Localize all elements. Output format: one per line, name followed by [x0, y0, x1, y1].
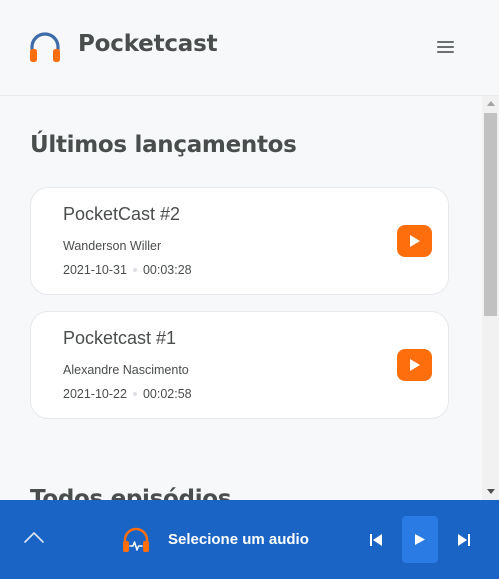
audio-player-bar: Selecione um audio	[0, 500, 499, 579]
episode-card[interactable]: PocketCast #2 Wanderson Willer 2021-10-3…	[30, 187, 449, 295]
episode-meta: 2021-10-31 00:03:28	[63, 263, 192, 277]
all-episodes-section-title: Todos episódios	[30, 486, 232, 500]
play-icon	[415, 534, 425, 545]
player-play-button[interactable]	[402, 516, 438, 563]
separator-dot	[132, 392, 137, 396]
episode-date: 2021-10-31	[63, 263, 127, 277]
main-content: Últimos lançamentos PocketCast #2 Wander…	[0, 96, 482, 500]
skip-next-icon[interactable]	[457, 533, 471, 547]
episode-duration: 00:02:58	[142, 387, 192, 401]
episode-author: Wanderson Willer	[63, 239, 162, 253]
episode-meta: 2021-10-22 00:02:58	[63, 387, 192, 401]
episode-title: Pocketcast #1	[63, 328, 177, 348]
episode-play-button[interactable]	[397, 349, 432, 381]
hamburger-menu-icon[interactable]	[436, 40, 456, 56]
episode-title: PocketCast #2	[63, 204, 181, 224]
chevron-up-icon[interactable]	[23, 530, 45, 544]
play-icon	[410, 359, 420, 371]
headphones-icon	[30, 32, 60, 62]
scroll-thumb[interactable]	[484, 113, 497, 316]
scroll-down-arrow-icon[interactable]	[487, 489, 495, 494]
scrollbar[interactable]	[482, 96, 499, 500]
player-status: Selecione um audio	[168, 531, 309, 548]
episode-author: Alexandre Nascimento	[63, 363, 189, 377]
episode-date: 2021-10-22	[63, 387, 127, 401]
separator-dot	[132, 268, 137, 272]
latest-section-title: Últimos lançamentos	[30, 132, 297, 158]
play-icon	[410, 235, 420, 247]
app-header: Pocketcast	[0, 0, 499, 96]
brand-name: Pocketcast	[78, 31, 218, 57]
scroll-up-arrow-icon[interactable]	[487, 101, 495, 106]
episode-play-button[interactable]	[397, 225, 432, 257]
headphones-audio-icon	[123, 527, 149, 552]
episode-card[interactable]: Pocketcast #1 Alexandre Nascimento 2021-…	[30, 311, 449, 419]
skip-previous-icon[interactable]	[369, 533, 383, 547]
episode-duration: 00:03:28	[142, 263, 192, 277]
